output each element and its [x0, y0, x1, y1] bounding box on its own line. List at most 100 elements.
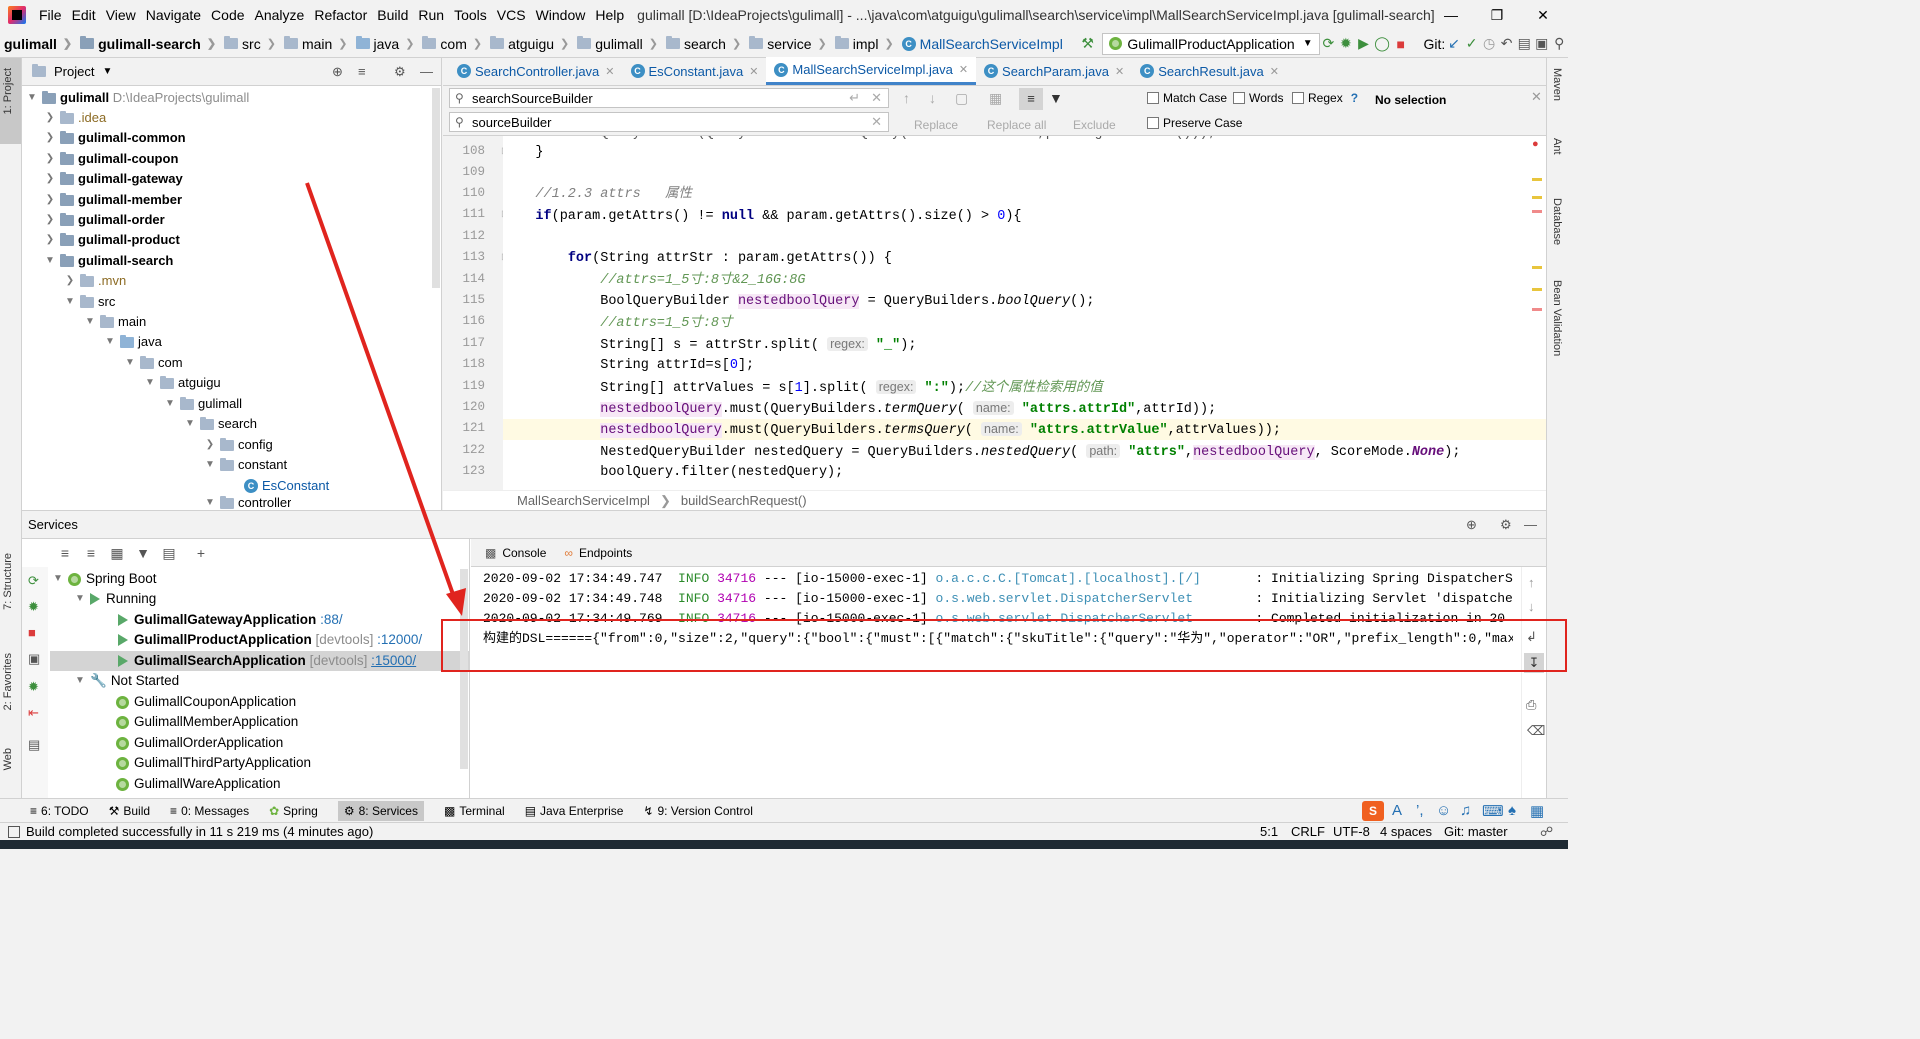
app-port[interactable]: :88/ [320, 610, 343, 630]
tree-item-constant[interactable]: ▼ constant [204, 455, 287, 475]
tab-search-result[interactable]: C SearchResult.java ✕ [1132, 57, 1287, 85]
select-all-occurrences-icon[interactable]: ▢ [955, 90, 968, 107]
code-area[interactable]: boolQuery.filter(QueryBuilders.termsQuer… [503, 136, 1546, 490]
scroll-down-icon[interactable]: ↓ [1528, 599, 1535, 614]
add-service-icon[interactable]: + [190, 542, 212, 564]
clear-icon[interactable]: ✕ [871, 114, 882, 130]
crumb-atguigu[interactable]: atguigu ❯ [486, 36, 573, 52]
tool-tab-web[interactable]: Web [2, 748, 14, 770]
sogou-ime-icon[interactable]: S [1362, 801, 1384, 821]
tool-tab-spring[interactable]: ✿ Spring [269, 804, 318, 818]
collapse-all-icon[interactable]: ≡ [358, 64, 366, 79]
rollback-icon[interactable]: ↶ [1500, 33, 1514, 55]
tree-item-esconstant[interactable]: C EsConstant [244, 476, 329, 496]
tool-tab-services[interactable]: ⚙ 8: Services [337, 800, 424, 821]
close-icon[interactable]: ✕ [1115, 65, 1124, 78]
app-port-link[interactable]: :15000/ [371, 651, 416, 671]
tree-item-gateway[interactable]: ❯ gulimall-gateway [44, 169, 183, 189]
tool-tab-terminal[interactable]: ▩ Terminal [444, 804, 505, 818]
scroll-up-icon[interactable]: ↑ [1528, 575, 1535, 590]
menu-help[interactable]: Help [590, 0, 629, 30]
tree-item-src[interactable]: ▼ src [64, 292, 115, 312]
words-checkbox[interactable]: Words [1233, 91, 1283, 105]
tree-item-config[interactable]: ❯ config [204, 435, 273, 455]
gear-icon[interactable]: ⚙ [394, 64, 406, 80]
tree-item-main[interactable]: ▼ main [84, 312, 146, 332]
newline-icon[interactable]: ↵ [849, 90, 860, 106]
tree-item-coupon[interactable]: ❯ gulimall-coupon [44, 149, 179, 169]
layout-icon[interactable]: ▤ [28, 737, 40, 753]
caret-position[interactable]: 5:1 [1260, 824, 1278, 839]
emoji-icon[interactable]: ☺ [1436, 802, 1451, 819]
tool-tab-maven[interactable]: Maven [1551, 68, 1563, 101]
new-tab-icon[interactable]: ▤ [158, 542, 180, 564]
tab-mall-search-service-impl[interactable]: C MallSearchServiceImpl.java ✕ [766, 57, 977, 85]
warning-marker[interactable] [1532, 196, 1542, 199]
profile-icon[interactable]: ◯ [1374, 33, 1390, 55]
soft-wrap-icon[interactable]: ↲ [1526, 629, 1537, 645]
tool-tab-todo[interactable]: ≡ 6: TODO [30, 804, 89, 818]
menu-edit[interactable]: Edit [67, 0, 101, 30]
tree-item-atguigu[interactable]: ▼ atguigu [144, 373, 221, 393]
stop-icon[interactable]: ■ [1394, 33, 1408, 55]
not-started-node[interactable]: ▼ 🔧 Not Started [74, 671, 179, 691]
tree-item-controller[interactable]: ▼ controller [204, 496, 291, 510]
crumb-com[interactable]: com ❯ [418, 36, 486, 52]
toolbox-icon[interactable]: ▦ [1530, 802, 1544, 820]
menu-vcs[interactable]: VCS [492, 0, 531, 30]
breadcrumb-class[interactable]: MallSearchServiceImpl [517, 493, 650, 508]
replace-button[interactable]: Replace [914, 118, 958, 132]
tree-item-common[interactable]: ❯ gulimall-common [44, 128, 186, 148]
funnel-icon[interactable]: ▼ [1049, 90, 1063, 106]
rerun-icon[interactable]: ⟳ [1322, 33, 1336, 55]
debug-icon[interactable]: ✹ [28, 599, 39, 615]
file-encoding[interactable]: UTF-8 [1333, 824, 1370, 839]
tool-tab-project[interactable]: 1: Project [2, 68, 14, 114]
regex-checkbox[interactable]: Regex? [1292, 91, 1358, 105]
tool-tab-database[interactable]: Database [1551, 198, 1563, 245]
error-marker[interactable] [1532, 308, 1542, 311]
hide-icon[interactable]: — [420, 64, 433, 79]
coverage-icon[interactable]: ▶ [1357, 33, 1371, 55]
service-member[interactable]: GulimallMemberApplication [116, 712, 298, 732]
tree-item-search-pkg[interactable]: ▼ search [184, 414, 257, 434]
tree-item-java[interactable]: ▼ java [104, 332, 162, 352]
menu-view[interactable]: View [101, 0, 141, 30]
tool-tab-ant[interactable]: Ant [1551, 138, 1563, 155]
minimize-button[interactable]: — [1428, 0, 1474, 30]
scroll-to-end-icon[interactable]: ↧ [1524, 653, 1544, 673]
punctuation-icon[interactable]: ’, [1416, 802, 1424, 819]
exclude-button[interactable]: Exclude [1073, 118, 1116, 132]
search-input[interactable]: ⚲ searchSourceBuilder ↵ ✕ [449, 88, 889, 108]
app-port[interactable]: :12000/ [377, 630, 422, 650]
tree-root[interactable]: ▼ gulimall D:\IdeaProjects\gulimall [26, 88, 249, 108]
crumb-java[interactable]: java ❯ [352, 36, 419, 52]
breadcrumb-method[interactable]: buildSearchRequest() [681, 493, 807, 508]
git-update-icon[interactable]: ↙ [1447, 33, 1461, 55]
crumb-module[interactable]: gulimall-search ❯ [76, 36, 220, 52]
git-branch[interactable]: Git: master [1444, 824, 1508, 839]
running-node[interactable]: ▼ Running [74, 589, 156, 609]
tree-item-order[interactable]: ❯ gulimall-order [44, 210, 165, 230]
project-scrollbar[interactable] [432, 88, 440, 288]
hammer-build-icon[interactable]: ⚒ [1081, 33, 1095, 55]
project-structure-icon[interactable]: ▤ [1517, 33, 1531, 55]
match-case-checkbox[interactable]: Match Case [1147, 91, 1227, 105]
menu-window[interactable]: Window [531, 0, 591, 30]
expand-all-icon[interactable]: ≡ [54, 542, 76, 564]
tree-item-idea[interactable]: ❯ .idea [44, 108, 106, 128]
indent-setting[interactable]: 4 spaces [1380, 824, 1432, 839]
skin-icon[interactable]: ♠ [1508, 802, 1516, 819]
menu-code[interactable]: Code [206, 0, 249, 30]
tool-tab-version-control[interactable]: ↯ 9: Version Control [643, 804, 752, 818]
next-occurrence-icon[interactable]: ↓ [929, 90, 936, 106]
filter-search-icon[interactable]: ▦ [989, 90, 1002, 107]
ime-mode-icon[interactable]: A [1392, 802, 1402, 819]
print-icon[interactable]: ⎙ [1526, 697, 1536, 713]
close-window-button[interactable]: ✕ [1520, 0, 1566, 30]
crumb-main[interactable]: main ❯ [280, 36, 352, 52]
tab-console[interactable]: ▩ Console [485, 546, 546, 560]
service-ware[interactable]: GulimallWareApplication [116, 774, 281, 794]
tool-tab-favorites[interactable]: 2: Favorites [2, 653, 14, 710]
gear-icon[interactable]: ⚙ [1500, 517, 1512, 533]
